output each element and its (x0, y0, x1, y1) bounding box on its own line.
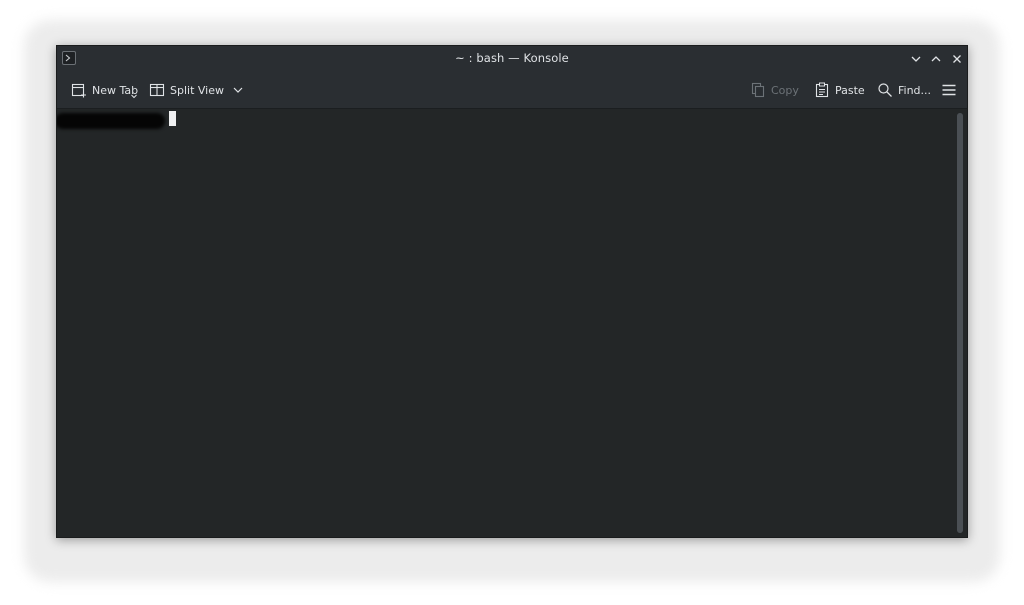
terminal-view[interactable] (57, 109, 967, 537)
copy-icon (750, 82, 766, 98)
new-tab-icon (71, 82, 87, 98)
desktop-background: ~ : bash — Konsole New Tab Split View Co… (0, 0, 1024, 605)
search-icon (877, 82, 893, 98)
konsole-window[interactable]: ~ : bash — Konsole New Tab Split View Co… (56, 45, 968, 538)
toolbar: New Tab Split View Copy Paste Find... (57, 72, 967, 109)
split-view-icon (149, 82, 165, 98)
split-view-label: Split View (170, 83, 224, 97)
redacted-prompt (57, 113, 165, 129)
chevron-down-icon (911, 56, 921, 62)
close-button[interactable] (950, 52, 964, 66)
window-title: ~ : bash — Konsole (455, 51, 569, 65)
paste-label: Paste (835, 83, 865, 97)
chevron-down-icon (233, 87, 243, 93)
find-label: Find... (898, 83, 932, 97)
split-view-button[interactable]: Split View (149, 80, 243, 100)
paste-button[interactable]: Paste (814, 80, 865, 100)
find-button[interactable]: Find... (877, 80, 931, 100)
maximize-button[interactable] (929, 52, 943, 66)
new-tab-button[interactable]: New Tab (71, 80, 138, 100)
main-menu-button[interactable] (941, 80, 957, 100)
chevron-up-icon (931, 56, 941, 62)
paste-icon (814, 82, 830, 98)
scrollbar-thumb[interactable] (957, 113, 963, 533)
text-cursor (169, 111, 176, 126)
vertical-scrollbar[interactable] (957, 113, 963, 533)
minimize-button[interactable] (909, 52, 923, 66)
hamburger-menu-icon (941, 82, 957, 98)
new-tab-dropdown-icon[interactable] (131, 94, 137, 99)
copy-label: Copy (771, 83, 799, 97)
copy-button[interactable]: Copy (750, 80, 799, 100)
close-icon (953, 55, 961, 63)
title-bar[interactable]: ~ : bash — Konsole (57, 46, 967, 72)
